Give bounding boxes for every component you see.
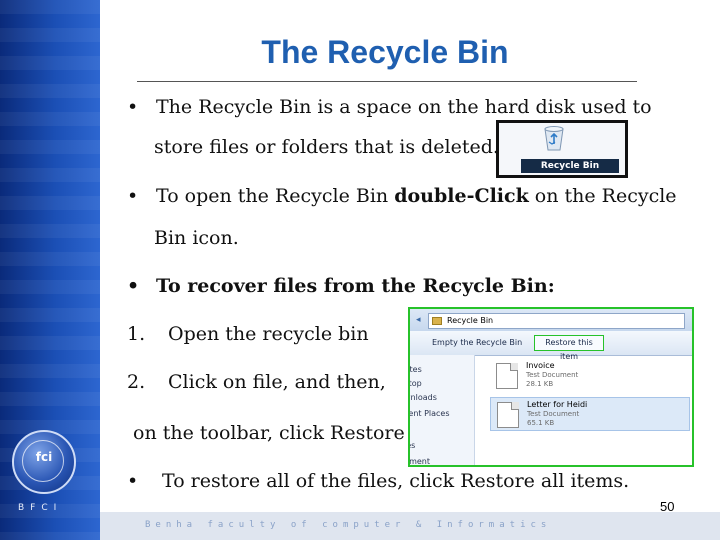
step-text: Open the recycle bin: [168, 323, 369, 345]
step-text-continuation: on the toolbar, click Restore: [133, 422, 405, 444]
nav-item-favorites[interactable]: rites: [410, 365, 474, 374]
file-item-selected[interactable]: Letter for Heidi Test Document 65.1 KB: [490, 397, 690, 431]
bullet-marker: •: [127, 96, 139, 118]
step-text: Click on file, and then,: [168, 371, 386, 393]
file-type: Test Document: [526, 371, 579, 379]
back-arrow-icon[interactable]: ◂: [416, 315, 421, 325]
nav-item-documents[interactable]: ument: [410, 457, 474, 465]
bullet-text-continuation: store files or folders that is deleted.: [154, 136, 499, 158]
nav-item-desktop[interactable]: ktop: [410, 379, 474, 388]
page-number: 50: [660, 499, 675, 514]
logo-text: fci: [35, 450, 53, 464]
nav-item-downloads[interactable]: wnloads: [410, 393, 474, 402]
footer-text: Benha faculty of computer & Informatics: [145, 520, 552, 530]
file-item[interactable]: Invoice Test Document 28.1 KB: [490, 359, 690, 393]
file-size: 65.1 KB: [527, 419, 555, 427]
bullet-marker: •: [127, 470, 139, 492]
bullet-text-after: on the Recycle: [528, 185, 677, 207]
bullet-marker: •: [127, 185, 139, 207]
bullet-text: To restore all of the files, click Resto…: [162, 470, 630, 492]
bullet-marker: •: [127, 275, 140, 297]
document-icon: [497, 402, 519, 428]
faculty-logo: fci: [12, 430, 76, 494]
title-divider: [137, 81, 637, 82]
navigation-pane: rites ktop wnloads cent Places ies ument: [410, 355, 475, 465]
file-name: Invoice: [526, 361, 555, 370]
bfci-label: BFCI: [18, 503, 63, 513]
toolbar: Empty the Recycle Bin Restore this item: [410, 331, 692, 361]
file-name: Letter for Heidi: [527, 400, 588, 409]
address-bar-area: ◂ Recycle Bin: [410, 309, 692, 332]
recycle-bin-icon-image: Recycle Bin: [496, 120, 628, 178]
bullet-text-before: To open the Recycle Bin: [156, 185, 395, 207]
restore-item-button[interactable]: Restore this item: [534, 335, 604, 361]
slide-title: The Recycle Bin: [261, 34, 509, 70]
step-number: 1.: [127, 323, 146, 345]
empty-recycle-bin-button[interactable]: Empty the Recycle Bin: [432, 338, 522, 347]
bullet-bold-text: double-Click: [394, 185, 529, 207]
bullet-text-continuation: Bin icon.: [154, 227, 239, 249]
address-text: Recycle Bin: [447, 316, 494, 325]
recycle-bin-label: Recycle Bin: [521, 159, 619, 173]
step-number: 2.: [127, 371, 146, 393]
recycle-bin-icon: [544, 126, 564, 151]
address-bar[interactable]: Recycle Bin: [428, 313, 685, 329]
nav-item-recent-places[interactable]: cent Places: [410, 409, 474, 418]
bullet-text-bold: To recover files from the Recycle Bin:: [156, 275, 555, 297]
file-size: 28.1 KB: [526, 380, 554, 388]
bullet-text: To open the Recycle Bin double-Click on …: [156, 185, 677, 207]
folder-icon: [432, 317, 442, 325]
recycle-bin-window: ◂ Recycle Bin Empty the Recycle Bin Rest…: [408, 307, 694, 467]
bullet-text: The Recycle Bin is a space on the hard d…: [156, 96, 652, 118]
document-icon: [496, 363, 518, 389]
nav-item-libraries[interactable]: ies: [410, 441, 474, 450]
file-type: Test Document: [527, 410, 580, 418]
